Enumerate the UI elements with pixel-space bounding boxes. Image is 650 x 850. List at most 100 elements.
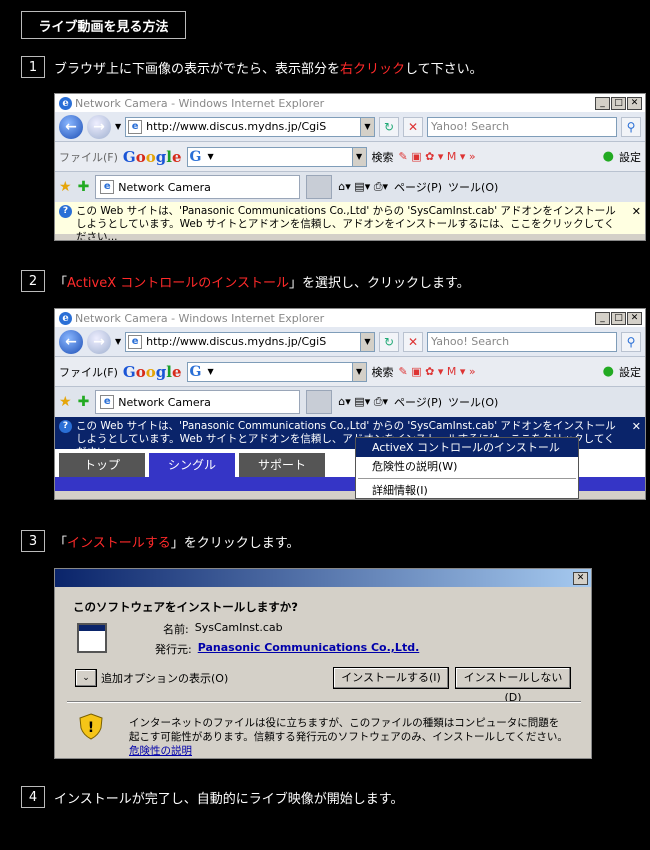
back-button[interactable]: ← xyxy=(59,329,83,354)
site-tab-single[interactable]: シングル xyxy=(149,453,235,477)
stop-icon[interactable]: ✕ xyxy=(403,116,423,137)
tools-menu[interactable]: ツール(O) xyxy=(448,394,498,410)
new-tab-button[interactable] xyxy=(306,175,333,199)
file-menu[interactable]: ファイル(F) xyxy=(59,149,118,165)
favorites-star-icon[interactable]: ★ xyxy=(59,394,72,410)
add-favorite-icon[interactable]: ✚ xyxy=(78,394,90,410)
close-icon[interactable]: ✕ xyxy=(627,96,642,110)
more-options-row: ⌄ 追加オプションの表示(O) xyxy=(75,669,228,687)
step-1: 1 ブラウザ上に下画像の表示がでたら、表示部分を 右クリック して下さい。 xyxy=(21,56,483,78)
chevron-down-icon[interactable]: ▼ xyxy=(351,147,366,166)
minimize-icon[interactable]: _ xyxy=(595,96,610,110)
page-menu[interactable]: ページ(P) xyxy=(394,394,442,410)
page-menu[interactable]: ページ(P) xyxy=(394,179,442,195)
tab-network-camera[interactable]: e Network Camera xyxy=(95,175,301,199)
menu-item-risk[interactable]: 危険性の説明(W) xyxy=(356,457,578,476)
step-text-end: 」をクリックします。 xyxy=(170,535,300,551)
shield-icon: ? xyxy=(59,205,72,218)
maximize-icon[interactable]: □ xyxy=(611,96,626,110)
tab-network-camera[interactable]: e Network Camera xyxy=(95,390,301,414)
file-menu[interactable]: ファイル(F) xyxy=(59,364,118,380)
back-button[interactable]: ← xyxy=(59,114,83,139)
forward-button[interactable]: → xyxy=(87,114,111,139)
step-number: 1 xyxy=(21,56,45,78)
page-title: ライブ動画を見る方法 xyxy=(21,11,186,39)
address-bar[interactable]: e http://www.discus.mydns.jp/CgiS ▼ xyxy=(125,116,375,137)
favorites-star-icon[interactable]: ★ xyxy=(59,179,72,195)
window-titlebar: e Network Camera - Windows Internet Expl… xyxy=(55,309,645,327)
address-bar[interactable]: e http://www.discus.mydns.jp/CgiS ▼ xyxy=(125,331,375,352)
name-row: 名前: SysCamInst.cab xyxy=(163,621,283,637)
chevron-down-icon[interactable]: ▼ xyxy=(115,122,121,131)
step-number: 3 xyxy=(21,530,45,552)
warning-text: インターネットのファイルは役に立ちますが、このファイルの種類はコンピュータに問題… xyxy=(129,717,568,757)
page-icon: e xyxy=(128,119,143,134)
tab-row: ★ ✚ e Network Camera ⌂▾ ▤▾ ⎙▾ ページ(P) ツール(… xyxy=(55,172,645,202)
search-input[interactable]: Yahoo! Search xyxy=(427,116,617,137)
settings-icon[interactable]: ● xyxy=(603,364,614,379)
page-icon: e xyxy=(100,180,115,194)
chevron-down-icon[interactable]: ▼ xyxy=(115,337,121,346)
home-icon[interactable]: ⌂▾ ▤▾ ⎙▾ xyxy=(338,395,388,409)
chevron-down-icon[interactable]: ▼ xyxy=(351,362,366,381)
tools-menu[interactable]: ツール(O) xyxy=(448,179,498,195)
step-3: 3 「インストールする 」をクリックします。 xyxy=(21,530,299,552)
toolbar-icons[interactable]: ✎ ▣ ✿ ▾ M ▾ » xyxy=(399,365,476,378)
step-text-end: 」を選択し、クリックします。 xyxy=(289,275,470,291)
toolbar-icons[interactable]: ✎ ▣ ✿ ▾ M ▾ » xyxy=(399,150,476,163)
ie-logo-icon: e xyxy=(59,311,72,325)
google-search-input[interactable]: G ▼ ▼ xyxy=(186,361,367,382)
site-tab-top[interactable]: トップ xyxy=(59,453,145,477)
context-menu: ActiveX コントロールのインストール(C)... 危険性の説明(W) 詳細… xyxy=(355,437,579,499)
new-tab-button[interactable] xyxy=(306,390,333,414)
close-icon[interactable]: ✕ xyxy=(573,571,588,585)
step-text: インストールが完了し、自動的にライブ映像が開始します。 xyxy=(54,791,404,807)
window-title: Network Camera - Windows Internet Explor… xyxy=(75,311,325,325)
google-search-input[interactable]: G ▼ ▼ xyxy=(186,146,367,167)
step-number: 4 xyxy=(21,786,45,808)
name-value: SysCamInst.cab xyxy=(194,621,283,634)
chevron-down-icon[interactable]: ▼ xyxy=(360,332,374,351)
step-2: 2 「ActiveX コントロールのインストール 」を選択し、クリックします。 xyxy=(21,270,470,292)
refresh-icon[interactable]: ↻ xyxy=(379,116,399,137)
search-button[interactable]: 検索 xyxy=(372,149,394,165)
google-logo: Google xyxy=(122,362,182,381)
close-icon[interactable]: ✕ xyxy=(628,205,641,218)
address-row: ← → ▼ e http://www.discus.mydns.jp/CgiS ▼ … xyxy=(55,112,645,142)
info-bar[interactable]: ? この Web サイトは、'Panasonic Communications … xyxy=(55,202,645,240)
install-button[interactable]: インストールする(I) xyxy=(333,667,449,689)
close-icon[interactable]: ✕ xyxy=(628,420,641,433)
more-options-label[interactable]: 追加オプションの表示(O) xyxy=(101,670,228,686)
close-icon[interactable]: ✕ xyxy=(627,311,642,325)
maximize-icon[interactable]: □ xyxy=(611,311,626,325)
publisher-row: 発行元: Panasonic Communications Co.,Ltd. xyxy=(155,641,419,657)
risk-link[interactable]: 危険性の説明 xyxy=(129,745,192,757)
forward-button[interactable]: → xyxy=(87,329,111,354)
search-icon[interactable]: ⚲ xyxy=(621,331,641,352)
minimize-icon[interactable]: _ xyxy=(595,311,610,325)
step-highlight: ActiveX コントロールのインストール xyxy=(67,275,290,291)
add-favorite-icon[interactable]: ✚ xyxy=(78,179,90,195)
chevron-down-icon[interactable]: ▼ xyxy=(360,117,374,136)
search-icon[interactable]: ⚲ xyxy=(621,116,641,137)
settings-menu[interactable]: 設定 xyxy=(619,149,641,165)
home-icon[interactable]: ⌂▾ ▤▾ ⎙▾ xyxy=(338,180,388,194)
search-input[interactable]: Yahoo! Search xyxy=(427,331,617,352)
google-logo: Google xyxy=(122,147,182,166)
publisher-link[interactable]: Panasonic Communications Co.,Ltd. xyxy=(198,641,420,657)
settings-menu[interactable]: 設定 xyxy=(619,364,641,380)
step-text: 「 xyxy=(54,535,68,551)
step-text: 「 xyxy=(54,275,68,291)
google-toolbar: ファイル(F) Google G ▼ ▼ 検索 ✎ ▣ ✿ ▾ M ▾ » ● 設定 xyxy=(55,357,645,387)
refresh-icon[interactable]: ↻ xyxy=(379,331,399,352)
search-button[interactable]: 検索 xyxy=(372,364,394,380)
expand-options-button[interactable]: ⌄ xyxy=(75,669,97,687)
browser-screenshot-2: e Network Camera - Windows Internet Expl… xyxy=(54,308,646,500)
menu-item-info[interactable]: 詳細情報(I) xyxy=(356,481,578,499)
menu-item-install-activex[interactable]: ActiveX コントロールのインストール(C)... xyxy=(356,438,578,473)
site-tab-support[interactable]: サポート xyxy=(239,453,325,477)
settings-icon[interactable]: ● xyxy=(603,149,614,164)
step-highlight: インストールする xyxy=(67,535,171,551)
dont-install-button[interactable]: インストールしない(D) xyxy=(455,667,571,704)
stop-icon[interactable]: ✕ xyxy=(403,331,423,352)
